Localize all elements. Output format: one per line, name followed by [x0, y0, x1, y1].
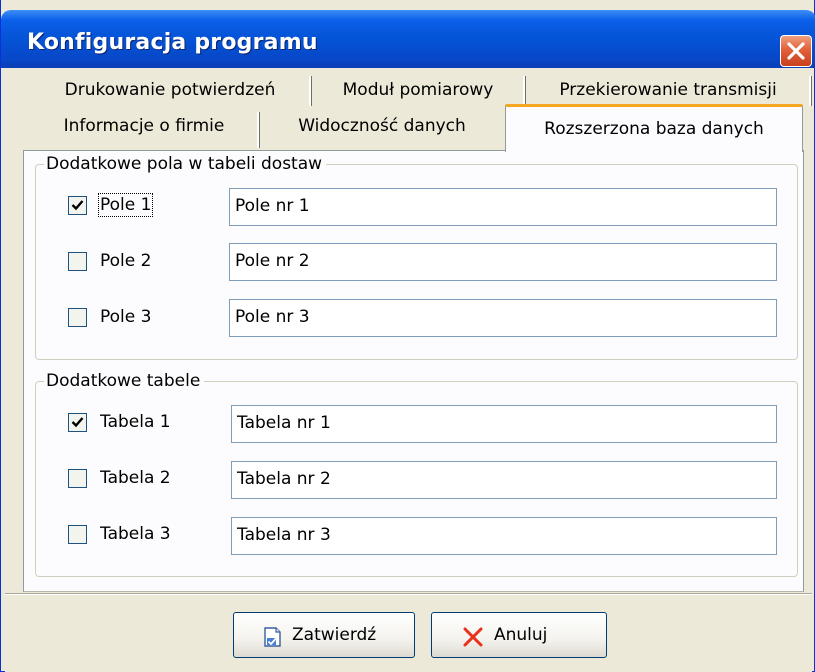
tab-label: Moduł pomiarowy [342, 80, 494, 100]
groupbox-title: Dodatkowe pola w tabeli dostaw [44, 154, 327, 174]
dialog-window: Konfiguracja programu Drukowanie potwier… [0, 0, 815, 672]
checkbox-label[interactable]: Pole 3 [100, 307, 151, 327]
close-icon [787, 42, 805, 60]
footer-separator [5, 593, 812, 595]
tab-przekierowanie-transmisji[interactable]: Przekierowanie transmisji [527, 71, 809, 106]
x-icon [462, 626, 484, 653]
confirm-button-label: Zatwierdź [292, 625, 377, 645]
checkbox-label[interactable]: Pole 1 [97, 193, 154, 217]
groupbox-delivery-fields: Dodatkowe pola w tabeli dostaw Pole 1 Po… [35, 154, 798, 360]
tab-rozszerzona-baza-danych[interactable]: Rozszerzona baza danych [505, 104, 803, 152]
tab-panel: Dodatkowe pola w tabeli dostaw Pole 1 Po… [23, 150, 804, 592]
text-input-pole-1[interactable]: Pole nr 1 [229, 188, 777, 226]
groupbox-additional-tables: Dodatkowe tabele Tabela 1 Tabela nr 1 Ta… [35, 371, 798, 577]
tab-divider [257, 112, 260, 148]
tab-label: Rozszerzona baza danych [544, 119, 764, 139]
checkbox-label[interactable]: Tabela 3 [100, 524, 171, 544]
tab-label: Informacje o firmie [63, 116, 225, 136]
tab-modul-pomiarowy[interactable]: Moduł pomiarowy [313, 71, 523, 106]
tab-label: Przekierowanie transmisji [559, 80, 777, 100]
window-title: Konfiguracja programu [27, 30, 318, 55]
tab-informacje-o-firmie[interactable]: Informacje o firmie [31, 109, 257, 147]
text-input-tabela-2[interactable]: Tabela nr 2 [231, 461, 777, 499]
checkmark-icon [71, 417, 84, 428]
cancel-button[interactable]: Anuluj [431, 612, 607, 658]
tab-divider [809, 76, 812, 106]
text-input-pole-2[interactable]: Pole nr 2 [229, 243, 777, 281]
title-bar[interactable]: Konfiguracja programu [1, 10, 815, 68]
checkbox-tabela-2[interactable] [68, 469, 87, 488]
groupbox-title: Dodatkowe tabele [44, 371, 205, 391]
checkbox-pole-2[interactable] [68, 252, 87, 271]
tab-divider [523, 76, 526, 106]
checkbox-label[interactable]: Pole 2 [100, 251, 151, 271]
checkbox-tabela-3[interactable] [68, 525, 87, 544]
tab-drukowanie-potwierdzen[interactable]: Drukowanie potwierdzeń [31, 71, 309, 106]
tab-label: Widoczność danych [298, 116, 466, 136]
checkbox-pole-1[interactable] [68, 196, 87, 215]
close-button[interactable] [780, 35, 812, 67]
text-input-tabela-1[interactable]: Tabela nr 1 [231, 405, 777, 443]
tab-widocznosc-danych[interactable]: Widoczność danych [263, 109, 501, 147]
confirm-document-icon [262, 626, 284, 653]
checkmark-icon [71, 200, 84, 211]
checkbox-pole-3[interactable] [68, 308, 87, 327]
tab-label: Drukowanie potwierdzeń [64, 80, 276, 100]
text-input-tabela-3[interactable]: Tabela nr 3 [231, 517, 777, 555]
confirm-button[interactable]: Zatwierdź [233, 612, 415, 658]
cancel-button-label: Anuluj [494, 625, 548, 645]
text-input-pole-3[interactable]: Pole nr 3 [229, 299, 777, 337]
checkbox-label[interactable]: Tabela 2 [100, 468, 171, 488]
checkbox-label[interactable]: Tabela 1 [100, 412, 171, 432]
checkbox-tabela-1[interactable] [68, 413, 87, 432]
tab-divider [309, 76, 312, 106]
